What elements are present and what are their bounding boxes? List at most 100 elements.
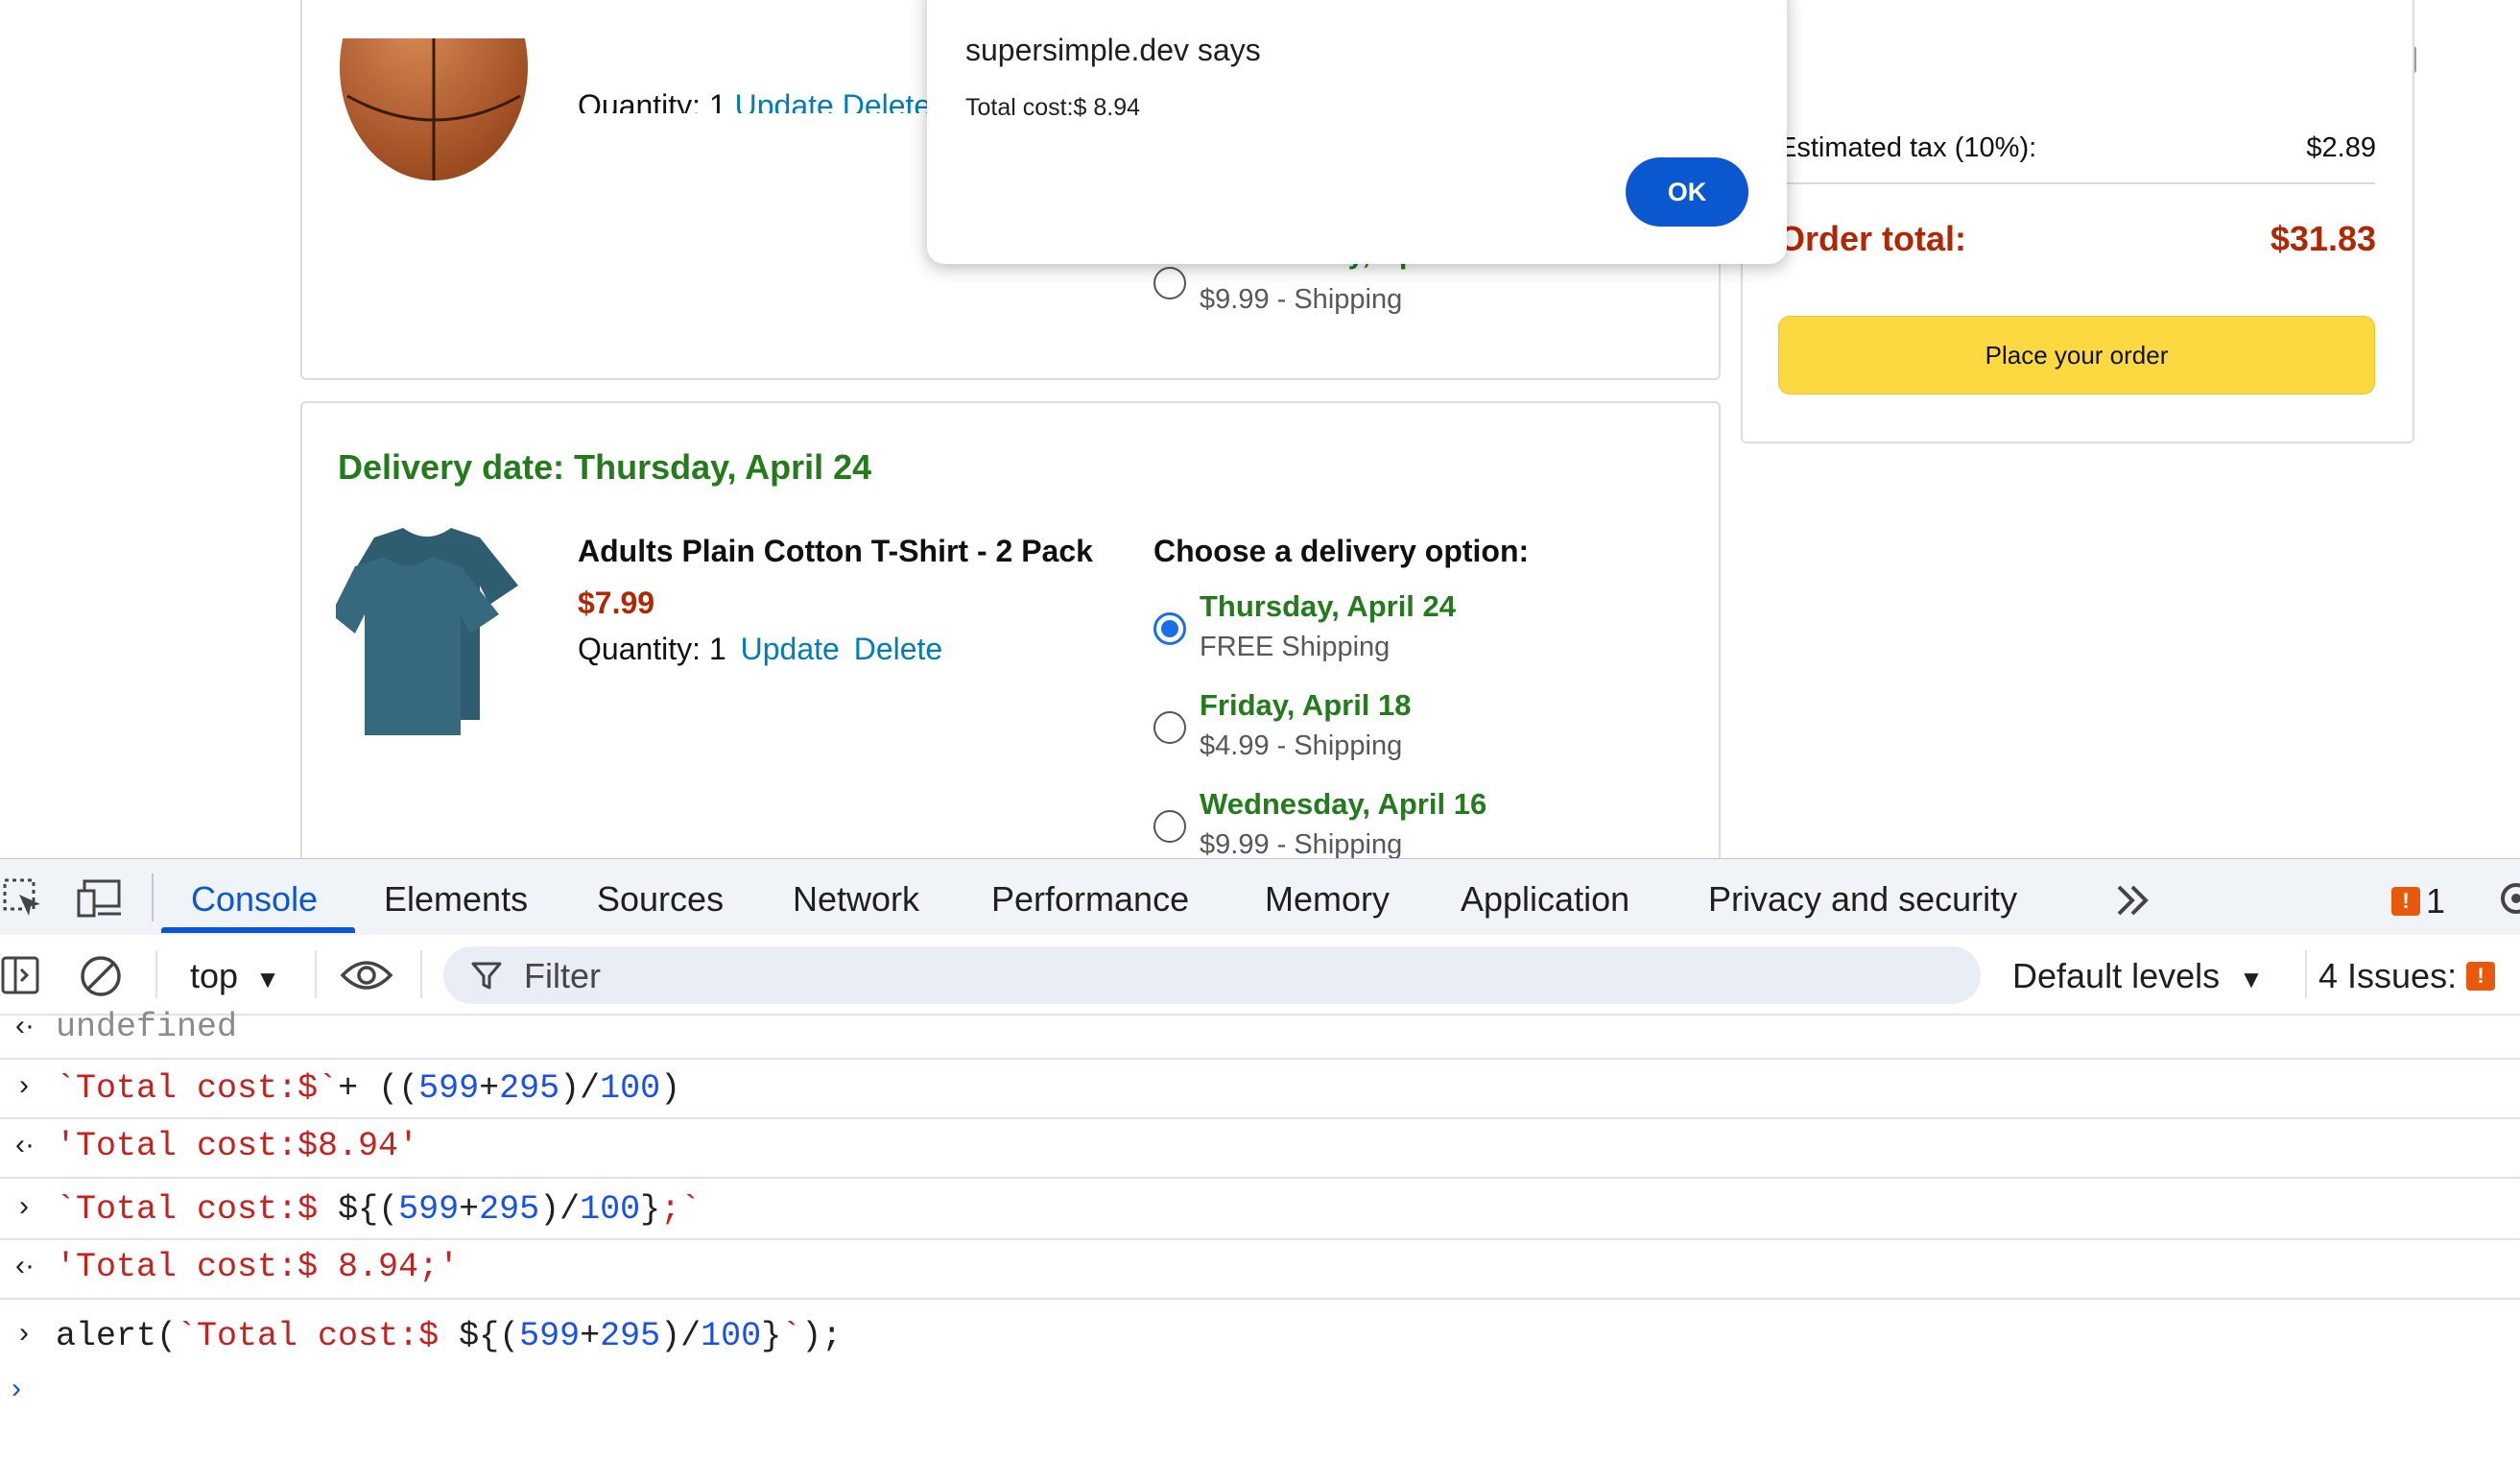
delete-link[interactable]: Delete bbox=[854, 632, 943, 666]
tab-console[interactable]: Console bbox=[191, 879, 318, 920]
console-prompt-chevron-icon[interactable]: › bbox=[12, 1373, 21, 1405]
delivery-option-date-3: Wednesday, April 16 bbox=[1200, 787, 1487, 821]
filter-funnel-icon bbox=[471, 962, 502, 990]
product-price: $7.99 bbox=[578, 586, 655, 620]
toolbar-separator bbox=[420, 950, 422, 998]
settings-gear-icon[interactable] bbox=[2495, 877, 2520, 920]
alert-title: supersimple.dev says bbox=[965, 33, 1261, 67]
output-arrow-icon: ‹· bbox=[15, 1010, 35, 1041]
product-name: Adults Plain Cotton T-Shirt - 2 Pack bbox=[578, 534, 1093, 568]
alert-message: Total cost:$ 8.94 bbox=[965, 94, 1141, 121]
order-total-label: Order total: bbox=[1778, 219, 1967, 258]
device-toolbar-icon[interactable] bbox=[77, 877, 125, 920]
code-token: )/ bbox=[539, 1190, 581, 1229]
code-token: 295 bbox=[479, 1190, 540, 1229]
code-token: } bbox=[640, 1190, 661, 1229]
code-token: ` bbox=[781, 1317, 802, 1355]
alert-ok-button[interactable]: OK bbox=[1626, 157, 1748, 227]
delivery-option-radio-2[interactable] bbox=[1153, 711, 1186, 744]
delivery-option-radio-3[interactable] bbox=[1153, 810, 1186, 843]
issues-counter[interactable]: ! 1 bbox=[2391, 881, 2445, 921]
tab-memory[interactable]: Memory bbox=[1265, 879, 1390, 920]
tab-elements[interactable]: Elements bbox=[384, 879, 528, 920]
delivery-option-shipping-3: $9.99 - Shipping bbox=[1200, 829, 1403, 860]
toolbar-separator bbox=[2305, 950, 2307, 998]
console-input-text: `Total cost:$ ${(599+295)/100};` bbox=[56, 1190, 701, 1229]
log-levels-value: Default levels bbox=[2012, 956, 2221, 995]
more-tabs-icon[interactable] bbox=[2113, 881, 2153, 920]
choose-delivery-label: Choose a delivery option: bbox=[1153, 534, 1530, 568]
delivery-option-shipping-2: $4.99 - Shipping bbox=[1200, 730, 1403, 761]
code-token: 100 bbox=[701, 1317, 762, 1355]
tab-privacy-security[interactable]: Privacy and security bbox=[1708, 879, 2017, 920]
context-value: top bbox=[190, 956, 239, 995]
code-token: } bbox=[761, 1317, 782, 1355]
console-output-text: 'Total cost:$8.94' bbox=[56, 1127, 419, 1165]
code-token: `Total cost:$ bbox=[177, 1317, 460, 1355]
console-input-text: `Total cost:$`+ ((599+295)/100) bbox=[56, 1069, 680, 1108]
tab-network[interactable]: Network bbox=[793, 879, 919, 920]
console-prompt-input[interactable] bbox=[48, 1369, 2505, 1417]
log-levels-dropdown[interactable]: Default levels ▼ bbox=[2012, 956, 2264, 996]
console-output-text: undefined bbox=[56, 1008, 238, 1042]
code-token: 599 bbox=[398, 1190, 460, 1229]
tax-value: $2.89 bbox=[2306, 132, 2376, 163]
filter-placeholder: Filter bbox=[524, 956, 601, 995]
code-token: ${( bbox=[338, 1190, 399, 1229]
clear-console-icon[interactable] bbox=[79, 954, 123, 998]
issue-icon: ! bbox=[2391, 887, 2420, 916]
console-output-line bbox=[0, 1014, 2520, 1060]
context-selector[interactable]: top ▼ bbox=[190, 956, 280, 996]
code-token: alert( bbox=[56, 1317, 178, 1355]
delivery-option-radio[interactable] bbox=[1153, 267, 1186, 299]
code-token: ) bbox=[660, 1069, 681, 1108]
delivery-option-date-1: Thursday, April 24 bbox=[1200, 589, 1457, 623]
issues-link[interactable]: 4 Issues: ! bbox=[2318, 956, 2496, 996]
caret-down-icon: ▼ bbox=[2239, 965, 2264, 993]
caret-down-icon: ▼ bbox=[255, 965, 280, 993]
code-token: 295 bbox=[600, 1317, 661, 1355]
code-token: + bbox=[479, 1069, 500, 1108]
console-input-text: alert(`Total cost:$ ${(599+295)/100}`); bbox=[56, 1317, 842, 1355]
tab-performance[interactable]: Performance bbox=[991, 879, 1189, 920]
delivery-option-shipping: $9.99 - Shipping bbox=[1200, 284, 1403, 315]
code-token: )/ bbox=[660, 1317, 701, 1355]
update-link[interactable]: Update bbox=[741, 632, 840, 666]
tab-separator bbox=[152, 873, 154, 921]
issues-label: 4 Issues: bbox=[2318, 956, 2458, 995]
live-expression-eye-icon[interactable] bbox=[340, 956, 393, 994]
code-token: 599 bbox=[519, 1317, 581, 1355]
place-order-button[interactable]: Place your order bbox=[1778, 316, 2375, 395]
basketball-image bbox=[340, 38, 528, 180]
code-token: 599 bbox=[418, 1069, 480, 1108]
tshirt-image bbox=[336, 528, 518, 735]
tab-application[interactable]: Application bbox=[1461, 879, 1629, 920]
code-token: 295 bbox=[499, 1069, 560, 1108]
inspect-element-icon[interactable] bbox=[2, 877, 44, 920]
code-token: + bbox=[459, 1190, 480, 1229]
quantity-row: Quantity: 1 Update Delete bbox=[578, 632, 942, 667]
summary-divider bbox=[1778, 182, 2375, 184]
code-token: ); bbox=[801, 1317, 843, 1355]
issues-count: 1 bbox=[2426, 881, 2446, 921]
code-token: 100 bbox=[600, 1069, 661, 1108]
code-token: + (( bbox=[338, 1069, 419, 1108]
code-token: 100 bbox=[580, 1190, 641, 1229]
delivery-option-radio-1[interactable] bbox=[1153, 612, 1186, 645]
quantity-text: Quantity: 1 bbox=[578, 632, 726, 666]
sidebar-toggle-icon[interactable] bbox=[0, 954, 42, 996]
console-output-text: 'Total cost:$ 8.94;' bbox=[56, 1248, 460, 1286]
code-token: )/ bbox=[559, 1069, 601, 1108]
code-token: `Total cost:$` bbox=[56, 1069, 339, 1108]
toolbar-separator bbox=[155, 950, 157, 998]
console-filter-input[interactable] bbox=[443, 946, 1981, 1004]
input-chevron-icon: › bbox=[19, 1069, 29, 1101]
tab-sources[interactable]: Sources bbox=[597, 879, 724, 920]
delivery-option-shipping-1: FREE Shipping bbox=[1200, 632, 1391, 662]
code-token: `Total cost:$ bbox=[56, 1190, 339, 1229]
input-chevron-icon: › bbox=[19, 1190, 29, 1222]
issue-icon: ! bbox=[2466, 962, 2496, 991]
input-chevron-icon: › bbox=[19, 1317, 29, 1349]
code-token: + bbox=[580, 1317, 601, 1355]
toolbar-separator bbox=[315, 950, 317, 998]
